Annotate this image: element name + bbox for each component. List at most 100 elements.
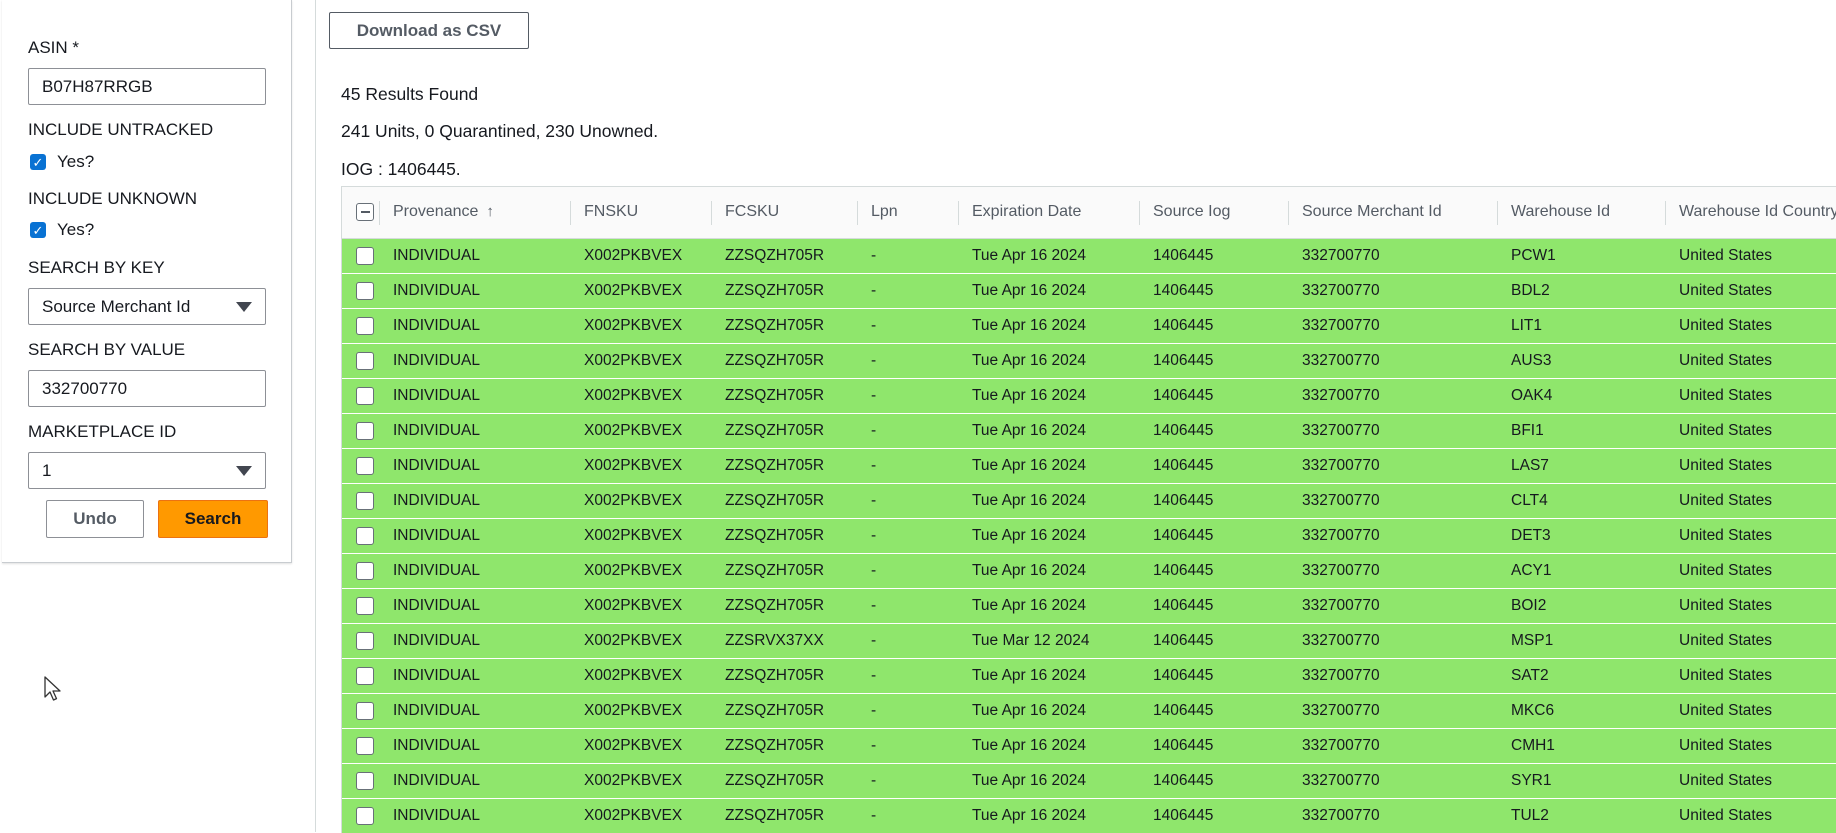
include-untracked-option: Yes?: [57, 152, 95, 171]
column-header-expiration-date[interactable]: Expiration Date: [958, 187, 1139, 239]
row-select-cell[interactable]: [342, 448, 379, 484]
search-by-key-label: SEARCH BY KEY: [28, 258, 165, 277]
table-row[interactable]: INDIVIDUAL X002PKBVEX ZZSQZH705R - Tue Apr 1…: [342, 273, 1836, 309]
row-checkbox[interactable]: [356, 421, 374, 440]
table-row[interactable]: INDIVIDUAL X002PKBVEX ZZSQZH705R - Tue Apr 1…: [342, 483, 1836, 519]
search-by-key-select[interactable]: Source Merchant Id: [28, 288, 266, 325]
table-cell: Tue Apr 16 2024: [958, 518, 1139, 554]
column-header-warehouse-id-country[interactable]: Warehouse Id Country: [1665, 187, 1836, 239]
column-header-fcsku[interactable]: FCSKU: [711, 187, 857, 239]
table-cell: 1406445: [1139, 798, 1288, 833]
table-cell: -: [857, 378, 958, 414]
table-cell: ZZSQZH705R: [711, 448, 857, 484]
row-checkbox[interactable]: [356, 596, 374, 615]
table-cell: -: [857, 553, 958, 589]
row-select-cell[interactable]: [342, 343, 379, 379]
table-row[interactable]: INDIVIDUAL X002PKBVEX ZZSQZH705R - Tue Apr 1…: [342, 413, 1836, 449]
row-checkbox[interactable]: [356, 316, 374, 335]
row-checkbox[interactable]: [356, 456, 374, 475]
row-checkbox[interactable]: [356, 526, 374, 545]
arrow-up-icon[interactable]: ↑: [486, 203, 494, 220]
row-select-cell[interactable]: [342, 553, 379, 589]
row-select-cell[interactable]: [342, 413, 379, 449]
table-cell: -: [857, 588, 958, 624]
table-row[interactable]: INDIVIDUAL X002PKBVEX ZZSQZH705R - Tue Apr 1…: [342, 553, 1836, 589]
search-button[interactable]: Search: [158, 500, 268, 538]
search-by-value-label: SEARCH BY VALUE: [28, 340, 186, 359]
row-checkbox[interactable]: [356, 386, 374, 405]
row-checkbox[interactable]: [356, 351, 374, 370]
table-cell: CMH1: [1497, 728, 1665, 764]
column-header-source-merchant-id[interactable]: Source Merchant Id: [1288, 187, 1497, 239]
column-header-lpn[interactable]: Lpn: [857, 187, 958, 239]
include-unknown-option: Yes?: [57, 220, 95, 239]
table-row[interactable]: INDIVIDUAL X002PKBVEX ZZSQZH705R - Tue Apr 1…: [342, 308, 1836, 344]
row-select-cell[interactable]: [342, 693, 379, 729]
row-select-cell[interactable]: [342, 483, 379, 519]
table-row[interactable]: INDIVIDUAL X002PKBVEX ZZSQZH705R - Tue Apr 1…: [342, 518, 1836, 554]
marketplace-id-label: MARKETPLACE ID: [28, 422, 177, 441]
table-cell: -: [857, 798, 958, 833]
table-cell: 1406445: [1139, 413, 1288, 449]
table-cell: X002PKBVEX: [570, 728, 711, 764]
row-checkbox[interactable]: [356, 561, 374, 580]
table-cell: 332700770: [1288, 693, 1497, 729]
row-select-cell[interactable]: [342, 623, 379, 659]
table-row[interactable]: INDIVIDUAL X002PKBVEX ZZSQZH705R - Tue Apr 1…: [342, 798, 1836, 833]
row-select-cell[interactable]: [342, 658, 379, 694]
select-all-cell[interactable]: [342, 187, 379, 239]
table-cell: X002PKBVEX: [570, 623, 711, 659]
asin-input[interactable]: B07H87RRGB: [28, 68, 266, 105]
column-header-provenance[interactable]: Provenance ↑: [379, 187, 570, 239]
table-row[interactable]: INDIVIDUAL X002PKBVEX ZZSQZH705R - Tue Apr 1…: [342, 238, 1836, 274]
table-row[interactable]: INDIVIDUAL X002PKBVEX ZZSQZH705R - Tue Apr 1…: [342, 728, 1836, 764]
table-row[interactable]: INDIVIDUAL X002PKBVEX ZZSQZH705R - Tue Apr 1…: [342, 378, 1836, 414]
row-select-cell[interactable]: [342, 308, 379, 344]
row-checkbox[interactable]: [356, 631, 374, 650]
row-checkbox[interactable]: [356, 666, 374, 685]
column-header-fnsku[interactable]: FNSKU: [570, 187, 711, 239]
include-unknown-checkbox[interactable]: ✓ Yes?: [30, 220, 94, 240]
table-cell: Tue Apr 16 2024: [958, 553, 1139, 589]
row-select-cell[interactable]: [342, 273, 379, 309]
row-select-cell[interactable]: [342, 378, 379, 414]
table-row[interactable]: INDIVIDUAL X002PKBVEX ZZSQZH705R - Tue Apr 1…: [342, 343, 1836, 379]
row-checkbox[interactable]: [356, 701, 374, 720]
column-header-warehouse-id[interactable]: Warehouse Id: [1497, 187, 1665, 239]
select-all-checkbox[interactable]: [356, 203, 374, 222]
table-row[interactable]: INDIVIDUAL X002PKBVEX ZZSQZH705R - Tue Apr 1…: [342, 448, 1836, 484]
table-cell: United States: [1665, 308, 1836, 344]
table-cell: ZZSQZH705R: [711, 588, 857, 624]
row-select-cell[interactable]: [342, 238, 379, 274]
table-cell: Tue Apr 16 2024: [958, 343, 1139, 379]
row-checkbox[interactable]: [356, 736, 374, 755]
row-checkbox[interactable]: [356, 771, 374, 790]
row-select-cell[interactable]: [342, 798, 379, 833]
table-cell: -: [857, 238, 958, 274]
row-select-cell[interactable]: [342, 728, 379, 764]
search-by-value-input[interactable]: 332700770: [28, 370, 266, 407]
row-checkbox[interactable]: [356, 246, 374, 265]
include-untracked-checkbox[interactable]: ✓ Yes?: [30, 152, 94, 172]
table-row[interactable]: INDIVIDUAL X002PKBVEX ZZSQZH705R - Tue Apr 1…: [342, 693, 1836, 729]
undo-button[interactable]: Undo: [46, 500, 144, 538]
table-cell: United States: [1665, 763, 1836, 799]
table-cell: United States: [1665, 413, 1836, 449]
table-row[interactable]: INDIVIDUAL X002PKBVEX ZZSQZH705R - Tue Apr 1…: [342, 763, 1836, 799]
row-select-cell[interactable]: [342, 588, 379, 624]
table-cell: United States: [1665, 798, 1836, 833]
row-select-cell[interactable]: [342, 518, 379, 554]
row-select-cell[interactable]: [342, 763, 379, 799]
table-cell: MKC6: [1497, 693, 1665, 729]
marketplace-id-select[interactable]: 1: [28, 452, 266, 489]
table-cell: 1406445: [1139, 623, 1288, 659]
row-checkbox[interactable]: [356, 806, 374, 825]
row-checkbox[interactable]: [356, 491, 374, 510]
table-row[interactable]: INDIVIDUAL X002PKBVEX ZZSQZH705R - Tue Apr 1…: [342, 658, 1836, 694]
download-csv-button[interactable]: Download as CSV: [329, 12, 529, 49]
table-cell: Tue Apr 16 2024: [958, 693, 1139, 729]
row-checkbox[interactable]: [356, 281, 374, 300]
table-row[interactable]: INDIVIDUAL X002PKBVEX ZZSQZH705R - Tue Apr 1…: [342, 588, 1836, 624]
column-header-source-iog[interactable]: Source Iog: [1139, 187, 1288, 239]
table-row[interactable]: INDIVIDUAL X002PKBVEX ZZSRVX37XX - Tue Mar 1…: [342, 623, 1836, 659]
